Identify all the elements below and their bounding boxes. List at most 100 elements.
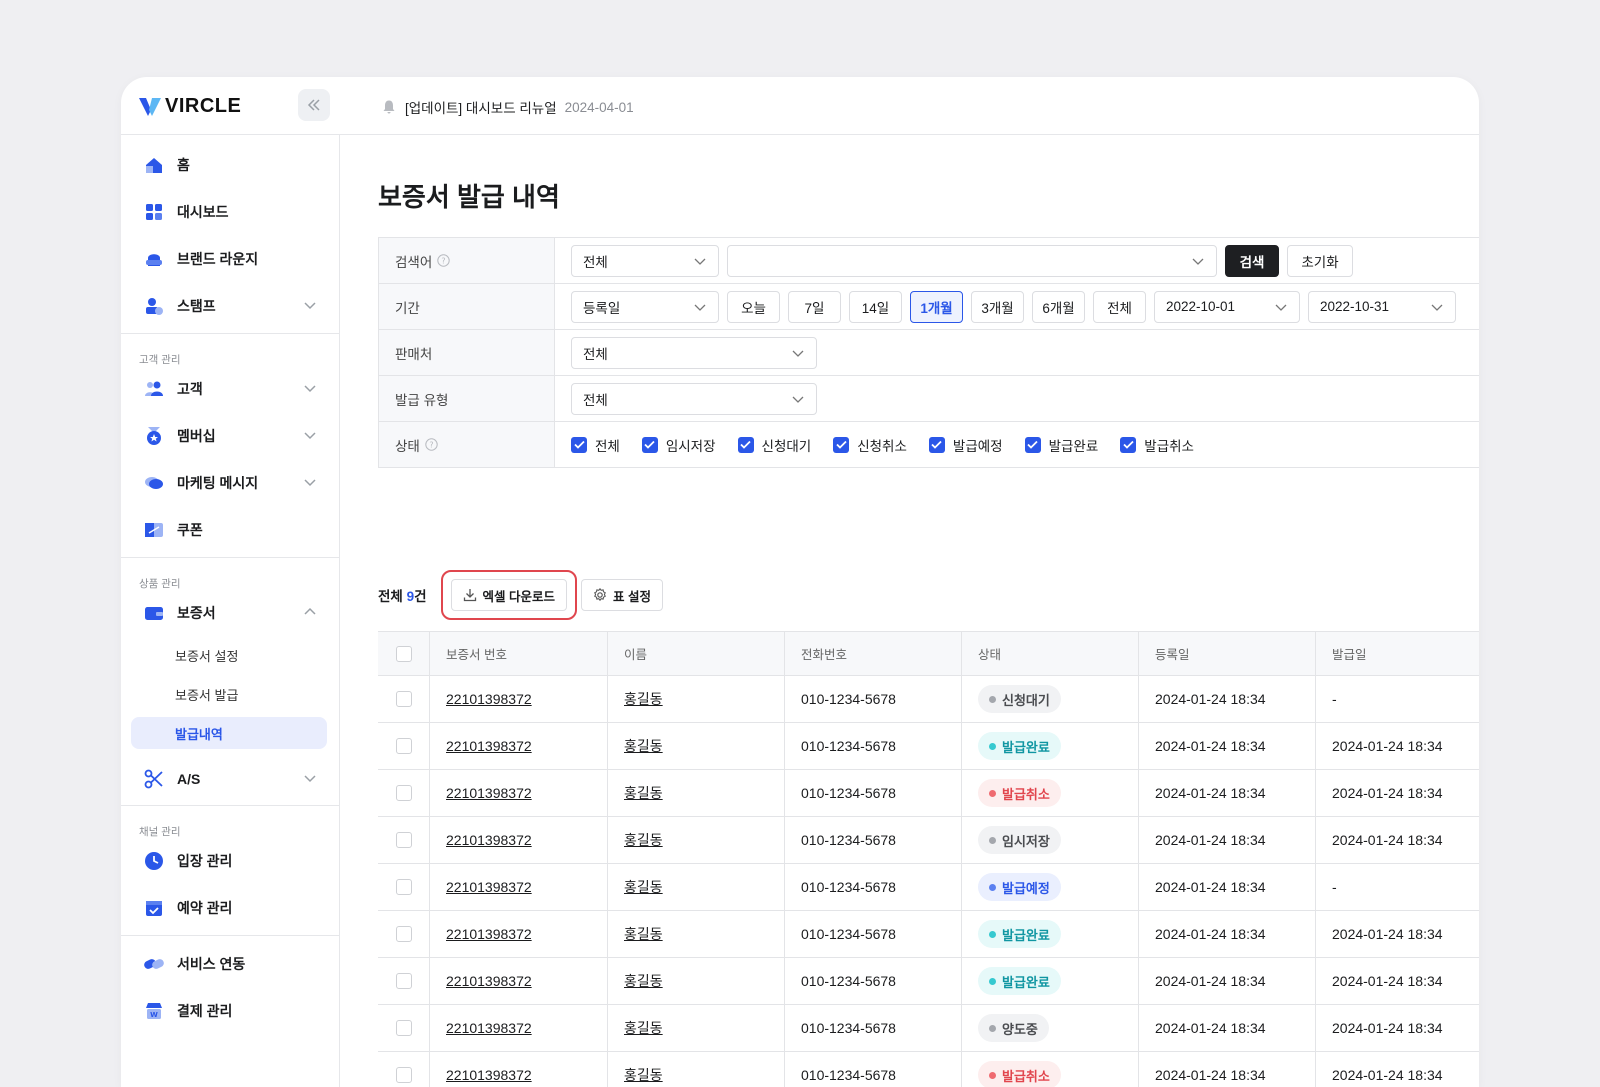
help-icon[interactable]: ? xyxy=(425,438,438,451)
sidebar-item-service-link[interactable]: 서비스 연동 xyxy=(131,946,327,982)
row-select-cell xyxy=(378,723,430,769)
sidebar-item-as[interactable]: A/S xyxy=(131,761,327,797)
search-button[interactable]: 검색 xyxy=(1225,244,1279,277)
start-date-picker[interactable]: 2022-10-01 xyxy=(1154,290,1300,323)
cell-registered: 2024-01-24 18:34 xyxy=(1139,1005,1316,1051)
table-row[interactable]: 22101398372 홍길동 010-1234-5678 발급완료 2024-01-2… xyxy=(378,723,1479,770)
period-preset-3m[interactable]: 3개월 xyxy=(971,290,1024,323)
sidebar-item-payment[interactable]: W 결제 관리 xyxy=(131,993,327,1029)
table-row[interactable]: 22101398372 홍길동 010-1234-5678 신청대기 2024-01-2… xyxy=(378,676,1479,723)
period-preset-all[interactable]: 전체 xyxy=(1093,290,1146,323)
table-row[interactable]: 22101398372 홍길동 010-1234-5678 발급취소 2024-01-2… xyxy=(378,1052,1479,1087)
customer-name-link[interactable]: 홍길동 xyxy=(624,877,663,897)
row-checkbox[interactable] xyxy=(396,973,412,989)
header-cell-registered[interactable]: 등록일 xyxy=(1139,632,1316,675)
customer-name-link[interactable]: 홍길동 xyxy=(624,830,663,850)
sidebar-item-stamp[interactable]: 스탬프 xyxy=(131,288,327,324)
checkbox-checked[interactable] xyxy=(1120,436,1137,453)
period-preset-1m[interactable]: 1개월 xyxy=(910,290,963,323)
row-checkbox[interactable] xyxy=(396,879,412,895)
row-checkbox[interactable] xyxy=(396,926,412,942)
period-preset-14d[interactable]: 14일 xyxy=(849,290,902,323)
svg-text:?: ? xyxy=(429,440,433,449)
period-preset-today[interactable]: 오늘 xyxy=(727,290,780,323)
checkbox-checked[interactable] xyxy=(833,436,850,453)
table-row[interactable]: 22101398372 홍길동 010-1234-5678 임시저장 2024-01-2… xyxy=(378,817,1479,864)
row-checkbox[interactable] xyxy=(396,691,412,707)
table-settings-button[interactable]: 표 설정 xyxy=(581,579,664,611)
search-scope-select[interactable]: 전체 xyxy=(571,244,719,277)
warranty-number-link[interactable]: 22101398372 xyxy=(446,785,532,801)
header-cell-phone[interactable]: 전화번호 xyxy=(785,632,962,675)
period-preset-7d[interactable]: 7일 xyxy=(788,290,841,323)
select-all-checkbox[interactable] xyxy=(396,645,412,662)
sidebar-item-entry[interactable]: 입장 관리 xyxy=(131,843,327,879)
warranty-number-link[interactable]: 22101398372 xyxy=(446,691,532,707)
help-icon[interactable]: ? xyxy=(437,254,450,267)
header-cell-number[interactable]: 보증서 번호 xyxy=(430,632,608,675)
customer-name-link[interactable]: 홍길동 xyxy=(624,689,663,709)
row-checkbox[interactable] xyxy=(396,738,412,754)
row-checkbox[interactable] xyxy=(396,832,412,848)
table-row[interactable]: 22101398372 홍길동 010-1234-5678 발급예정 2024-01-2… xyxy=(378,864,1479,911)
sidebar-item-membership[interactable]: 멤버십 xyxy=(131,418,327,454)
status-checkbox-scheduled[interactable]: 발급예정 xyxy=(928,435,1003,455)
excel-download-button[interactable]: 엑셀 다운로드 xyxy=(450,579,568,611)
sidebar-item-coupon[interactable]: 쿠폰 xyxy=(131,512,327,548)
warranty-number-link[interactable]: 22101398372 xyxy=(446,879,532,895)
vircle-logo[interactable]: VIRCLE xyxy=(139,95,241,118)
table-row[interactable]: 22101398372 홍길동 010-1234-5678 양도중 2024-01-24… xyxy=(378,1005,1479,1052)
period-preset-6m[interactable]: 6개월 xyxy=(1032,290,1085,323)
row-checkbox[interactable] xyxy=(396,1020,412,1036)
header-cell-status[interactable]: 상태 xyxy=(962,632,1139,675)
status-checkbox-issued[interactable]: 발급완료 xyxy=(1024,435,1098,455)
sidebar-item-customer[interactable]: 고객 xyxy=(131,371,327,407)
customer-name-link[interactable]: 홍길동 xyxy=(624,1065,663,1085)
table-row[interactable]: 22101398372 홍길동 010-1234-5678 발급취소 2024-01-2… xyxy=(378,770,1479,817)
sidebar-item-brand-lounge[interactable]: 브랜드 라운지 xyxy=(131,241,327,277)
warranty-number-link[interactable]: 22101398372 xyxy=(446,1067,532,1083)
sidebar-item-reservation[interactable]: 예약 관리 xyxy=(131,890,327,926)
row-checkbox[interactable] xyxy=(396,1067,412,1083)
status-checkbox-draft[interactable]: 임시저장 xyxy=(641,435,716,455)
checkbox-checked[interactable] xyxy=(1024,436,1041,453)
checkbox-checked[interactable] xyxy=(641,436,658,453)
customer-name-link[interactable]: 홍길동 xyxy=(624,783,663,803)
header-cell-name[interactable]: 이름 xyxy=(608,632,785,675)
checkbox-checked[interactable] xyxy=(571,436,587,453)
table-row[interactable]: 22101398372 홍길동 010-1234-5678 발급완료 2024-01-2… xyxy=(378,958,1479,1005)
sidebar-item-home[interactable]: 홈 xyxy=(131,147,327,183)
collapse-sidebar-button[interactable] xyxy=(298,89,330,121)
sidebar-item-dashboard[interactable]: 대시보드 xyxy=(131,194,327,230)
customer-name-link[interactable]: 홍길동 xyxy=(624,924,663,944)
issue-type-select[interactable]: 전체 xyxy=(571,382,817,415)
customer-name-link[interactable]: 홍길동 xyxy=(624,1018,663,1038)
status-checkbox-all[interactable]: 전체 xyxy=(571,435,620,455)
checkbox-checked[interactable] xyxy=(928,436,945,453)
sidebar-sub-warranty-settings[interactable]: 보증서 설정 xyxy=(131,639,327,671)
row-checkbox[interactable] xyxy=(396,785,412,801)
sidebar-item-warranty[interactable]: 보증서 xyxy=(131,595,327,631)
status-checkbox-pending[interactable]: 신청대기 xyxy=(737,435,811,455)
status-checkbox-request-cancelled[interactable]: 신청취소 xyxy=(833,435,907,455)
status-checkbox-issue-cancelled[interactable]: 발급취소 xyxy=(1120,435,1194,455)
sidebar-item-marketing-message[interactable]: 마케팅 메시지 xyxy=(131,465,327,501)
checkbox-checked[interactable] xyxy=(737,436,754,453)
sidebar-sub-issue-history[interactable]: 발급내역 xyxy=(131,717,327,749)
customer-name-link[interactable]: 홍길동 xyxy=(624,736,663,756)
date-type-select[interactable]: 등록일 xyxy=(571,290,719,323)
warranty-number-link[interactable]: 22101398372 xyxy=(446,1020,532,1036)
header-cell-issued[interactable]: 발급일 xyxy=(1316,632,1479,675)
warranty-number-link[interactable]: 22101398372 xyxy=(446,926,532,942)
warranty-number-link[interactable]: 22101398372 xyxy=(446,832,532,848)
search-input[interactable] xyxy=(727,244,1217,277)
warranty-number-link[interactable]: 22101398372 xyxy=(446,738,532,754)
customer-name-link[interactable]: 홍길동 xyxy=(624,971,663,991)
reset-button[interactable]: 초기화 xyxy=(1287,244,1353,277)
update-notice[interactable]: [업데이트] 대시보드 리뉴얼 2024-04-01 xyxy=(381,97,634,117)
sidebar-sub-warranty-issue[interactable]: 보증서 발급 xyxy=(131,678,327,710)
seller-select[interactable]: 전체 xyxy=(571,336,817,369)
end-date-picker[interactable]: 2022-10-31 xyxy=(1308,290,1456,323)
warranty-number-link[interactable]: 22101398372 xyxy=(446,973,532,989)
table-row[interactable]: 22101398372 홍길동 010-1234-5678 발급완료 2024-01-2… xyxy=(378,911,1479,958)
